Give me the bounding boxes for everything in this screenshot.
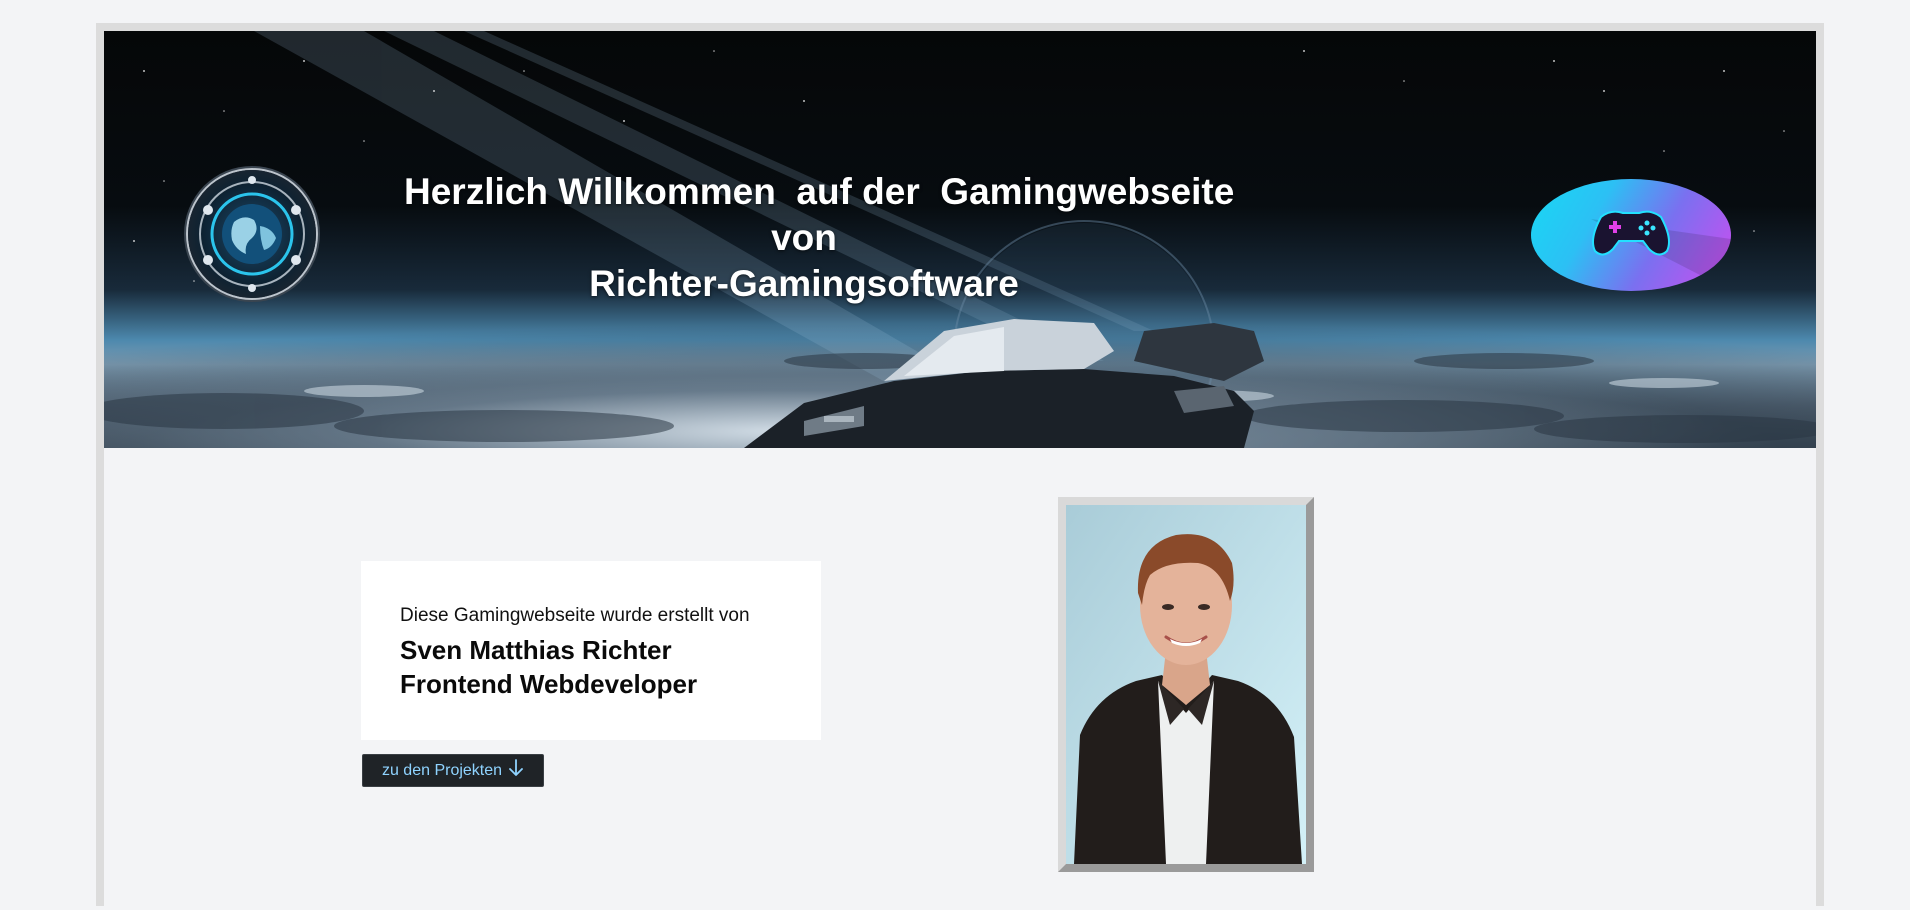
author-card: Diese Gamingwebseite wurde erstellt von … — [361, 561, 821, 740]
arrow-down-icon — [508, 758, 524, 783]
profile-photo — [1058, 497, 1314, 872]
gamepad-icon — [1531, 179, 1731, 291]
welcome-line-3: Richter-Gamingsoftware — [589, 263, 1019, 304]
welcome-line-1: Herzlich Willkommen auf der Gamingwebsei… — [404, 171, 1235, 212]
author-name: Sven Matthias Richter — [400, 635, 672, 665]
page-frame: Herzlich Willkommen auf der Gamingwebsei… — [96, 23, 1824, 906]
globe-tech-icon — [188, 170, 316, 298]
header-banner: Herzlich Willkommen auf der Gamingwebsei… — [104, 31, 1816, 448]
author-role: Frontend Webdeveloper — [400, 669, 698, 699]
author-intro-text: Diese Gamingwebseite wurde erstellt von — [400, 605, 750, 626]
welcome-line-2: von — [771, 217, 837, 258]
projects-button-label: zu den Projekten — [381, 761, 503, 779]
welcome-heading: Herzlich Willkommen auf der Gamingwebsei… — [404, 169, 1235, 307]
projects-button[interactable]: zu den Projekten — [362, 754, 544, 787]
